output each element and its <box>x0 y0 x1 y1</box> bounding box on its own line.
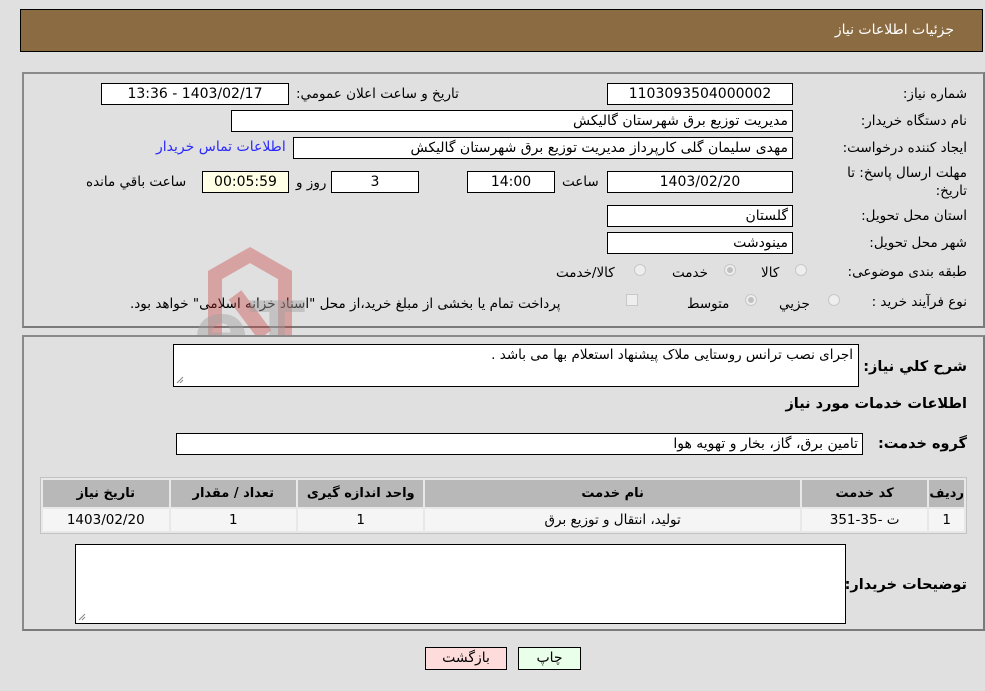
days-label: روز و <box>296 175 327 191</box>
service-group-label: گروه خدمت: <box>877 436 967 452</box>
print-button[interactable]: چاپ <box>518 647 581 670</box>
days-remaining-field: 3 <box>331 171 419 193</box>
col-header-need-date: تاریخ نیاز <box>43 480 169 507</box>
treasury-payment-checkbox[interactable] <box>626 294 638 306</box>
col-header-row-number: ردیف <box>929 480 964 507</box>
category-radio-goods[interactable] <box>795 264 807 276</box>
description-text: اجرای نصب ترانس روستایی ملاک پیشنهاد است… <box>491 347 853 363</box>
buyer-org-label: نام دستگاه خریدار: <box>860 113 967 129</box>
need-number-field: 1103093504000002 <box>607 83 793 105</box>
city-label: شهر محل تحویل: <box>869 235 967 251</box>
cell-row-number: 1 <box>929 509 964 531</box>
category-label: طبقه بندی موضوعی: <box>847 264 967 280</box>
buyer-org-field: مدیریت توزیع برق شهرستان گالیکش <box>231 110 793 132</box>
process-option-medium: متوسط <box>687 296 730 312</box>
cell-service-code: ت -35-351 <box>801 509 928 531</box>
cell-service-name: تولید، انتقال و توزیع برق <box>425 509 800 531</box>
cell-unit: 1 <box>297 509 424 531</box>
buyer-notes-label: توضیحات خریدار: <box>844 577 967 593</box>
creator-field: مهدی سلیمان گلی کارپرداز مدیریت توزیع بر… <box>293 137 793 159</box>
remaining-time-label: ساعت باقي مانده <box>86 174 187 190</box>
col-header-service-name: نام خدمت <box>425 480 800 507</box>
services-table: ردیف کد خدمت نام خدمت واحد اندازه گیری ت… <box>40 477 967 534</box>
services-heading: اطلاعات خدمات مورد نیاز <box>785 396 967 412</box>
resize-grip-icon[interactable] <box>78 613 86 621</box>
description-label: شرح کلي نیاز: <box>863 359 967 375</box>
process-label: نوع فرآیند خرید : <box>871 294 967 310</box>
process-option-minor: جزيي <box>779 296 810 312</box>
back-button[interactable]: بازگشت <box>425 647 507 670</box>
col-header-quantity: تعداد / مقدار <box>170 480 296 507</box>
deadline-date-field: 1403/02/20 <box>607 171 793 193</box>
category-option-goods: کالا <box>761 265 780 281</box>
description-textarea[interactable]: اجرای نصب ترانس روستایی ملاک پیشنهاد است… <box>173 344 859 387</box>
deadline-label: مهلت ارسال پاسخ: تا تاریخ: <box>847 165 967 199</box>
province-field: گلستان <box>607 205 793 227</box>
category-radio-service[interactable] <box>724 264 736 276</box>
page-header: جزئیات اطلاعات نیاز <box>20 9 983 52</box>
table-header-row: ردیف کد خدمت نام خدمت واحد اندازه گیری ت… <box>43 480 964 507</box>
category-option-service: خدمت <box>672 265 708 281</box>
need-number-label: شماره نیاز: <box>902 86 967 102</box>
process-radio-medium[interactable] <box>745 294 757 306</box>
deadline-time-label: ساعت <box>562 174 599 190</box>
announce-field: 1403/02/17 - 13:36 <box>101 83 289 105</box>
category-option-goods-service: کالا/خدمت <box>556 265 615 281</box>
table-row: 1 ت -35-351 تولید، انتقال و توزیع برق 1 … <box>43 509 964 531</box>
remaining-time-field: 00:05:59 <box>202 171 289 193</box>
cell-quantity: 1 <box>170 509 296 531</box>
cell-need-date: 1403/02/20 <box>43 509 169 531</box>
col-header-unit: واحد اندازه گیری <box>297 480 424 507</box>
buyer-contact-link[interactable]: اطلاعات تماس خریدار <box>156 139 286 155</box>
city-field: مینودشت <box>607 232 793 254</box>
treasury-payment-note: پرداخت تمام یا بخشی از مبلغ خرید،از محل … <box>130 296 561 312</box>
deadline-time-field: 14:00 <box>467 171 555 193</box>
province-label: استان محل تحویل: <box>861 208 967 224</box>
service-group-field: تامین برق، گاز، بخار و تهویه هوا <box>176 433 863 455</box>
process-radio-minor[interactable] <box>828 294 840 306</box>
announce-label: تاریخ و ساعت اعلان عمومي: <box>296 86 459 102</box>
creator-label: ایجاد کننده درخواست: <box>842 140 967 156</box>
category-radio-goods-service[interactable] <box>634 264 646 276</box>
buyer-notes-textarea[interactable] <box>75 544 846 624</box>
resize-grip-icon[interactable] <box>176 376 184 384</box>
page-title: جزئیات اطلاعات نیاز <box>834 22 954 38</box>
col-header-service-code: کد خدمت <box>801 480 928 507</box>
